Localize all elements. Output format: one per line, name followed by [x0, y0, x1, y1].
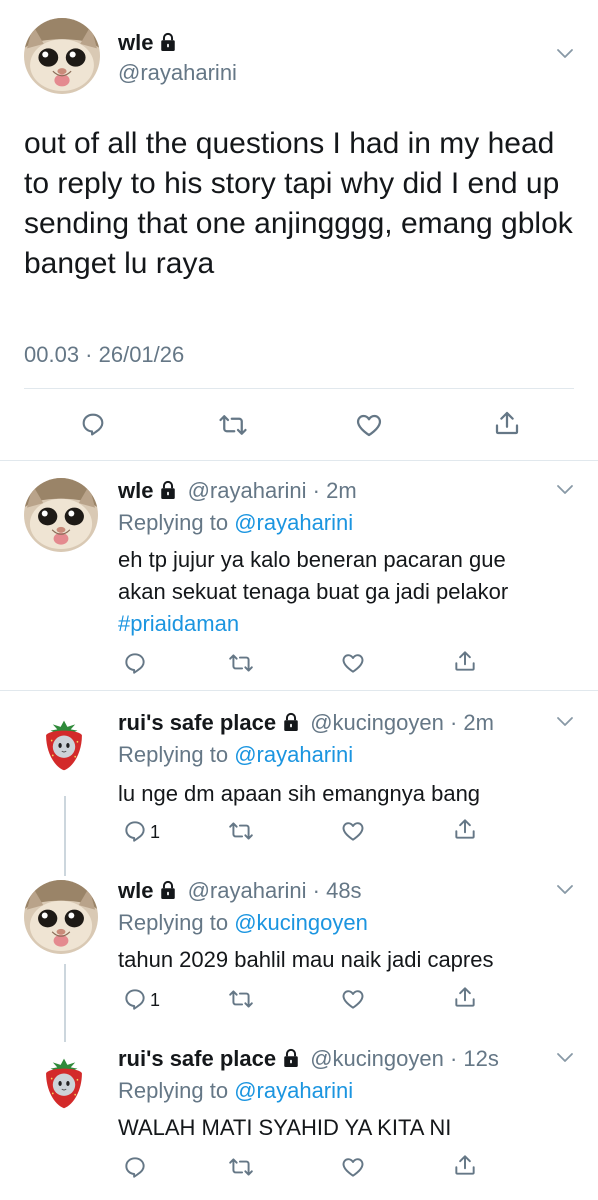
- replying-to-link[interactable]: @kucingoyen: [234, 910, 368, 935]
- replying-to-label: Replying to: [118, 510, 229, 535]
- like-icon[interactable]: [340, 818, 366, 844]
- replying-to-label: Replying to: [118, 742, 229, 767]
- reply-icon[interactable]: [122, 986, 148, 1012]
- timestamp: 00.03 · 26/01/26: [24, 342, 185, 367]
- reply-icon[interactable]: [122, 818, 148, 844]
- reply-text: eh tp jujur ya kalo beneran pacaran gue …: [118, 544, 558, 640]
- handle-time[interactable]: @rayaharini · 2m: [188, 478, 357, 503]
- handle[interactable]: @rayaharini: [118, 60, 237, 86]
- retweet-icon[interactable]: [228, 986, 254, 1012]
- lock-icon: [159, 880, 177, 906]
- divider: [0, 690, 598, 691]
- divider: [24, 388, 574, 389]
- avatar[interactable]: [24, 880, 98, 954]
- chevron-down-icon[interactable]: [556, 884, 574, 896]
- tweet-text: out of all the questions I had in my hea…: [24, 127, 573, 280]
- avatar[interactable]: [24, 478, 98, 552]
- display-name[interactable]: wle: [118, 30, 153, 55]
- replying-to-link[interactable]: @rayaharini: [234, 1078, 353, 1103]
- chevron-down-icon[interactable]: [556, 48, 574, 60]
- like-icon[interactable]: [340, 1154, 366, 1180]
- display-name[interactable]: rui's safe place: [118, 1046, 276, 1071]
- reply-text: WALAH MATI SYAHID YA KITA NI: [118, 1115, 452, 1140]
- divider: [0, 460, 598, 461]
- replying-to-label: Replying to: [118, 1078, 229, 1103]
- hashtag-link[interactable]: #priaidaman: [118, 611, 239, 636]
- reply-text: tahun 2029 bahlil mau naik jadi capres: [118, 947, 494, 972]
- replying-to-link[interactable]: @rayaharini: [234, 510, 353, 535]
- reply-icon[interactable]: [122, 650, 148, 676]
- display-name[interactable]: wle: [118, 478, 153, 503]
- like-icon[interactable]: [354, 410, 384, 440]
- thread-line: [64, 964, 66, 1042]
- chevron-down-icon[interactable]: [556, 484, 574, 496]
- handle-time[interactable]: @kucingoyen · 12s: [310, 1046, 499, 1071]
- share-icon[interactable]: [452, 1152, 478, 1178]
- handle-time[interactable]: @kucingoyen · 2m: [310, 710, 494, 735]
- lock-icon: [282, 1048, 300, 1074]
- thread-line: [64, 796, 66, 876]
- reply-count: 1: [150, 822, 161, 842]
- retweet-icon[interactable]: [228, 650, 254, 676]
- display-name[interactable]: rui's safe place: [118, 710, 276, 735]
- avatar[interactable]: [36, 712, 92, 774]
- reply-count: 1: [150, 990, 161, 1010]
- reply-text-content: eh tp jujur ya kalo beneran pacaran gue …: [118, 547, 509, 604]
- retweet-icon[interactable]: [228, 818, 254, 844]
- retweet-icon[interactable]: [218, 410, 248, 440]
- share-icon[interactable]: [492, 408, 522, 438]
- like-icon[interactable]: [340, 650, 366, 676]
- chevron-down-icon[interactable]: [556, 1052, 574, 1064]
- reply-icon[interactable]: [122, 1154, 148, 1180]
- handle-time[interactable]: @rayaharini · 48s: [188, 878, 362, 903]
- share-icon[interactable]: [452, 816, 478, 842]
- chevron-down-icon[interactable]: [556, 716, 574, 728]
- replying-to-link[interactable]: @rayaharini: [234, 742, 353, 767]
- display-name[interactable]: wle: [118, 878, 153, 903]
- lock-icon: [159, 32, 177, 57]
- reply-icon[interactable]: [79, 410, 107, 438]
- share-icon[interactable]: [452, 984, 478, 1010]
- retweet-icon[interactable]: [228, 1154, 254, 1180]
- like-icon[interactable]: [340, 986, 366, 1012]
- avatar[interactable]: [24, 18, 100, 94]
- lock-icon: [159, 480, 177, 506]
- share-icon[interactable]: [452, 648, 478, 674]
- replying-to-label: Replying to: [118, 910, 229, 935]
- lock-icon: [282, 712, 300, 738]
- avatar[interactable]: [36, 1050, 92, 1112]
- reply-text: lu nge dm apaan sih emangnya bang: [118, 781, 481, 806]
